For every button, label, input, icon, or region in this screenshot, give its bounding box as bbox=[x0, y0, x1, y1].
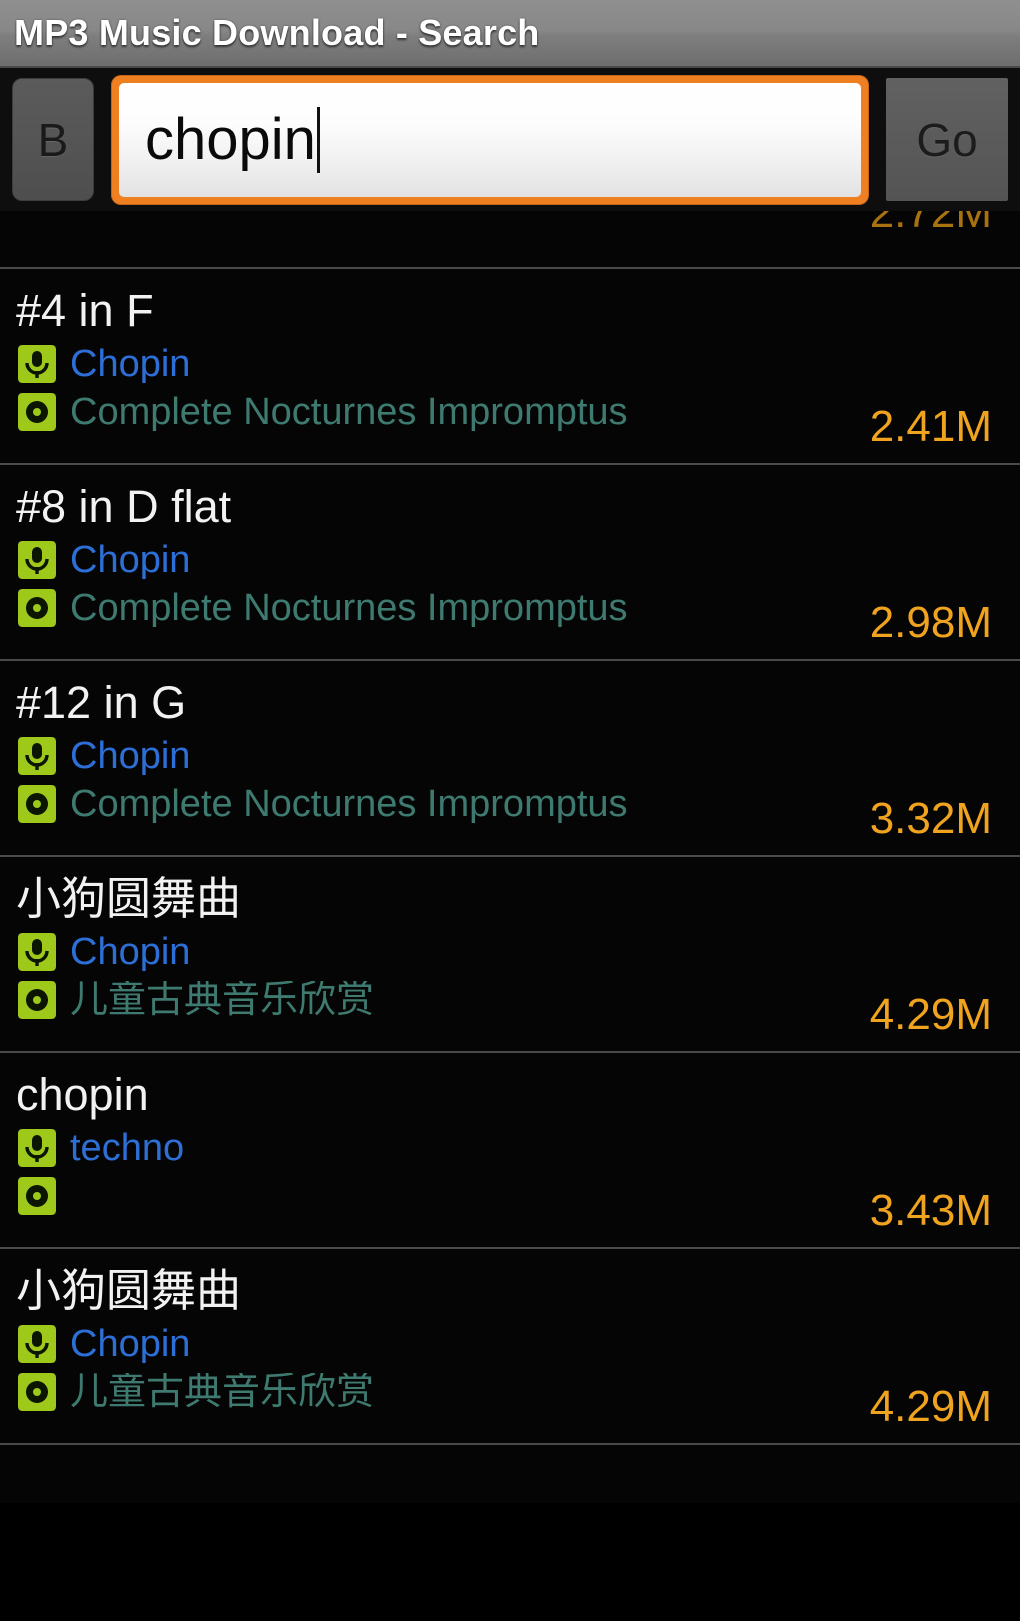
album-name: Complete Nocturnes Impromptus bbox=[70, 393, 628, 432]
album-name: 儿童古典音乐欣赏 bbox=[70, 1373, 375, 1412]
microphone-icon bbox=[18, 345, 56, 384]
microphone-icon bbox=[18, 1129, 56, 1168]
disc-icon bbox=[18, 1177, 56, 1216]
artist-name: Chopin bbox=[70, 737, 191, 776]
go-button[interactable]: Go bbox=[886, 78, 1008, 201]
list-item-partial-top[interactable]: 2.72M bbox=[0, 211, 1020, 269]
disc-icon bbox=[18, 1373, 56, 1412]
table-row[interactable]: 小狗圆舞曲 Chopin 儿童古典音乐欣赏 4.29M bbox=[0, 857, 1020, 1053]
album-line: Complete Nocturnes Impromptus bbox=[0, 584, 1020, 632]
track-title: #12 in G bbox=[16, 677, 187, 728]
album-name: 儿童古典音乐欣赏 bbox=[70, 981, 375, 1020]
artist-line: Chopin bbox=[0, 732, 1020, 780]
track-title: 小狗圆舞曲 bbox=[16, 873, 242, 924]
artist-line: techno bbox=[0, 1124, 1020, 1172]
disc-icon bbox=[18, 589, 56, 628]
list-item-partial-bottom[interactable] bbox=[0, 1445, 1020, 1503]
disc-icon bbox=[18, 981, 56, 1020]
track-title: 小狗圆舞曲 bbox=[16, 1265, 242, 1316]
table-row[interactable]: 小狗圆舞曲 Chopin 儿童古典音乐欣赏 4.29M bbox=[0, 1249, 1020, 1445]
table-row[interactable]: chopin techno 3.43M bbox=[0, 1053, 1020, 1249]
album-line: 儿童古典音乐欣赏 bbox=[0, 1368, 1020, 1416]
microphone-icon bbox=[18, 1325, 56, 1364]
file-size: 2.41M bbox=[869, 402, 992, 451]
microphone-icon bbox=[18, 933, 56, 972]
disc-icon bbox=[18, 393, 56, 432]
partial-row-ghost-text bbox=[18, 217, 29, 260]
track-title: #8 in D flat bbox=[16, 481, 232, 532]
search-input[interactable]: chopin bbox=[119, 82, 861, 197]
disc-icon bbox=[18, 785, 56, 824]
partial-row-size: 2.72M bbox=[869, 211, 992, 237]
album-name: Complete Nocturnes Impromptus bbox=[70, 589, 628, 628]
artist-line: Chopin bbox=[0, 536, 1020, 584]
track-title: #4 in F bbox=[16, 285, 154, 336]
album-line: Complete Nocturnes Impromptus bbox=[0, 780, 1020, 828]
album-line: 儿童古典音乐欣赏 bbox=[0, 976, 1020, 1024]
file-size: 3.43M bbox=[869, 1186, 992, 1235]
file-size: 4.29M bbox=[869, 1382, 992, 1431]
album-line: Complete Nocturnes Impromptus bbox=[0, 388, 1020, 436]
microphone-icon bbox=[18, 541, 56, 580]
file-size: 4.29M bbox=[869, 990, 992, 1039]
artist-name: techno bbox=[70, 1129, 185, 1168]
text-cursor bbox=[316, 106, 320, 173]
file-size: 2.98M bbox=[869, 598, 992, 647]
search-bar: B chopin Go bbox=[0, 68, 1020, 211]
album-name: Complete Nocturnes Impromptus bbox=[70, 785, 628, 824]
artist-line: Chopin bbox=[0, 928, 1020, 976]
artist-name: Chopin bbox=[70, 933, 191, 972]
microphone-icon bbox=[18, 737, 56, 776]
artist-line: Chopin bbox=[0, 340, 1020, 388]
track-title: chopin bbox=[16, 1069, 149, 1120]
table-row[interactable]: #12 in G Chopin Complete Nocturnes Impro… bbox=[0, 661, 1020, 857]
back-button[interactable]: B bbox=[12, 78, 94, 201]
title-bar: MP3 Music Download - Search bbox=[0, 0, 1020, 68]
table-row[interactable]: #8 in D flat Chopin Complete Nocturnes I… bbox=[0, 465, 1020, 661]
search-results-list[interactable]: 2.72M #4 in F Chopin Complete Nocturnes … bbox=[0, 211, 1020, 1503]
page-title: MP3 Music Download - Search bbox=[14, 12, 540, 53]
search-input-focus-ring: chopin bbox=[112, 75, 868, 204]
artist-line: Chopin bbox=[0, 1320, 1020, 1368]
search-input-value: chopin bbox=[145, 106, 316, 172]
table-row[interactable]: #4 in F Chopin Complete Nocturnes Improm… bbox=[0, 269, 1020, 465]
artist-name: Chopin bbox=[70, 345, 191, 384]
artist-name: Chopin bbox=[70, 1325, 191, 1364]
artist-name: Chopin bbox=[70, 541, 191, 580]
album-line bbox=[0, 1172, 1020, 1220]
file-size: 3.32M bbox=[869, 794, 992, 843]
